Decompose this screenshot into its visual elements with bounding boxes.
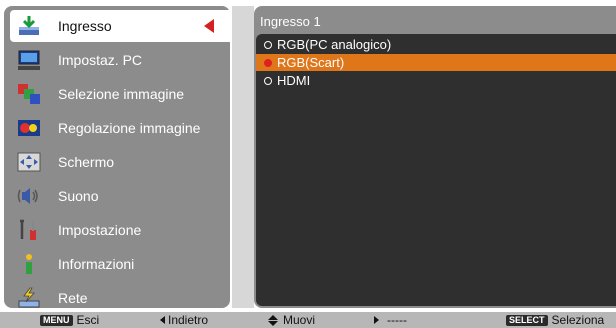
arrow-updown-icon	[268, 314, 278, 326]
radio-off-icon	[264, 76, 272, 85]
menu-connector	[232, 6, 254, 308]
footer-help-bar: MENU Esci Indietro Muovi ----- SELECT Se…	[0, 312, 616, 328]
menu-item-schermo[interactable]: Schermo	[10, 146, 230, 178]
submenu-item-hdmi[interactable]: HDMI	[256, 72, 616, 89]
sound-icon	[16, 185, 42, 207]
menu-item-rete[interactable]: Rete	[10, 282, 230, 314]
select-key-icon: SELECT	[506, 314, 548, 326]
menu-item-ingresso[interactable]: Ingresso	[10, 10, 242, 42]
image-adjust-icon	[16, 117, 42, 139]
input-icon	[16, 15, 42, 37]
submenu-panel: Ingresso 1 RGB(PC analogico) RGB(Scart) …	[254, 6, 616, 308]
main-menu-panel: Ingresso Impostaz. PC Selezione immagine	[4, 6, 242, 308]
footer-select: SELECT Seleziona	[506, 313, 604, 327]
image-select-icon	[16, 83, 42, 105]
footer-exit: MENU Esci	[40, 313, 99, 327]
menu-item-impostaz-pc[interactable]: Impostaz. PC	[10, 44, 230, 76]
pc-monitor-icon	[16, 49, 42, 71]
submenu-header: Ingresso 1	[260, 14, 321, 29]
arrow-right-icon	[374, 316, 379, 324]
submenu-item-rgb-pc-analogico[interactable]: RGB(PC analogico)	[256, 36, 616, 53]
arrow-left-icon	[160, 316, 165, 324]
menu-item-regolazione-immagine[interactable]: Regolazione immagine	[10, 112, 230, 144]
radio-off-icon	[264, 40, 272, 49]
submenu-item-rgb-scart[interactable]: RGB(Scart)	[256, 54, 616, 71]
footer-back: Indietro	[160, 313, 208, 327]
footer-next: -----	[374, 313, 407, 327]
menu-item-suono[interactable]: Suono	[10, 180, 230, 212]
selector-arrow	[204, 19, 214, 33]
screen-icon	[16, 151, 42, 173]
info-icon	[16, 253, 42, 275]
menu-item-informazioni[interactable]: Informazioni	[10, 248, 230, 280]
radio-on-icon	[264, 58, 272, 67]
footer-move: Muovi	[268, 313, 315, 327]
network-icon	[16, 287, 42, 309]
menu-item-impostazione[interactable]: Impostazione	[10, 214, 230, 246]
menu-item-selezione-immagine[interactable]: Selezione immagine	[10, 78, 230, 110]
submenu-list: RGB(PC analogico) RGB(Scart) HDMI	[256, 34, 616, 306]
menu-key-icon: MENU	[40, 314, 73, 326]
setting-tools-icon	[16, 219, 42, 241]
